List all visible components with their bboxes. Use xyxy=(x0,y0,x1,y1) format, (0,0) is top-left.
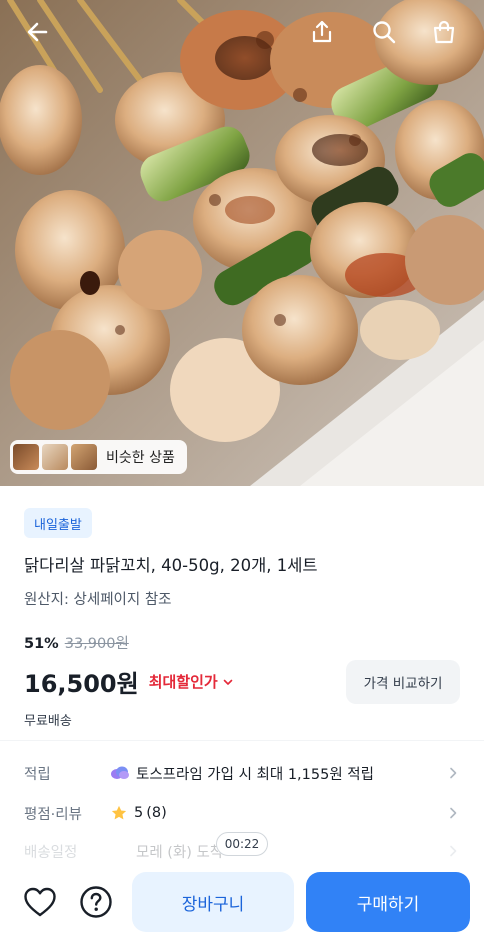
bottom-action-bar: 장바구니 구매하기 xyxy=(0,862,484,952)
review-count: (8) xyxy=(146,805,167,821)
sale-price: 16,500원 xyxy=(24,670,139,698)
rating-row[interactable]: 평점·리뷰 5 (8) xyxy=(24,798,460,828)
question-icon xyxy=(80,886,112,918)
rating-label: 평점·리뷰 xyxy=(24,806,82,823)
rating-score: 5 xyxy=(134,805,144,821)
price-row: 16,500원 최대할인가 xyxy=(24,664,234,699)
cart-shortcut-button[interactable] xyxy=(426,14,462,50)
product-image[interactable]: 비슷한 상품 xyxy=(0,0,484,486)
star-icon xyxy=(111,805,127,820)
delivery-badge: 내일출발 xyxy=(24,508,92,538)
product-title: 닭다리살 파닭꼬치, 40-50g, 20개, 1세트 xyxy=(24,556,318,575)
divider xyxy=(0,740,484,741)
similar-thumb-2 xyxy=(42,444,68,470)
buy-now-button[interactable]: 구매하기 xyxy=(306,872,470,932)
discount-rate: 51% xyxy=(24,636,59,652)
chevron-right-icon xyxy=(450,767,457,779)
max-discount-dropdown[interactable]: 최대할인가 xyxy=(149,671,234,692)
points-label: 적립 xyxy=(24,766,51,783)
price-compare-button[interactable]: 가격 비교하기 xyxy=(346,660,460,704)
max-discount-label: 최대할인가 xyxy=(148,673,218,691)
shopping-bag-icon xyxy=(433,20,455,44)
help-button[interactable] xyxy=(76,882,116,922)
similar-products-label: 비슷한 상품 xyxy=(106,450,175,466)
original-price: 33,900원 xyxy=(64,636,129,652)
chevron-right-icon xyxy=(450,845,457,857)
video-timer[interactable]: 00:22 xyxy=(216,832,268,856)
points-cloud-icon xyxy=(111,766,129,779)
skewers-photo xyxy=(0,0,484,486)
chevron-right-icon xyxy=(450,807,457,819)
points-row[interactable]: 적립 토스프라임 가입 시 최대 1,155원 적립 xyxy=(24,758,460,788)
share-icon xyxy=(312,20,332,43)
heart-icon xyxy=(24,887,56,917)
shipping-info: 무료배송 xyxy=(24,714,72,729)
delivery-value: 모레 (화) 도착 xyxy=(136,844,224,861)
similar-thumb-1 xyxy=(13,444,39,470)
similar-thumb-3 xyxy=(71,444,97,470)
wishlist-button[interactable] xyxy=(20,882,60,922)
share-button[interactable] xyxy=(304,14,340,50)
delivery-label: 배송일정 xyxy=(24,844,78,861)
search-button[interactable] xyxy=(366,14,402,50)
chevron-down-icon xyxy=(223,679,233,685)
add-to-cart-button[interactable]: 장바구니 xyxy=(132,872,294,932)
back-button[interactable] xyxy=(20,14,56,50)
product-origin: 원산지: 상세페이지 참조 xyxy=(24,592,172,608)
discount-row: 51% 33,900원 xyxy=(24,632,129,653)
search-icon xyxy=(373,21,396,44)
back-arrow-icon xyxy=(27,22,48,42)
points-value: 토스프라임 가입 시 최대 1,155원 적립 xyxy=(136,766,374,783)
similar-products-chip[interactable]: 비슷한 상품 xyxy=(10,440,187,474)
